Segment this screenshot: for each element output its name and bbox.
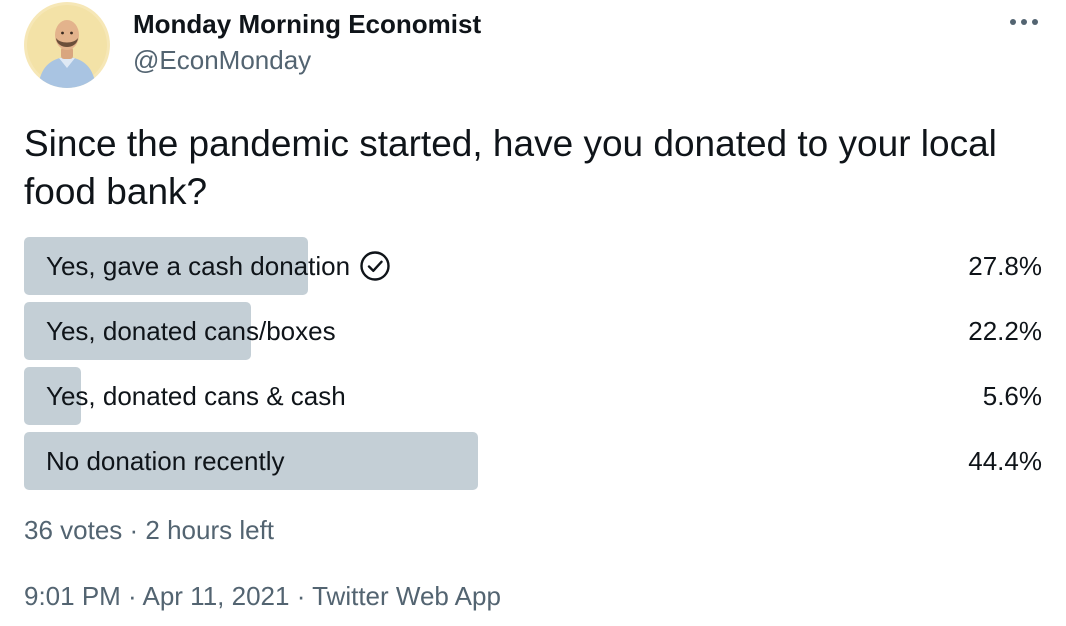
separator: · (289, 581, 313, 611)
poll-choice-label: Yes, donated cans & cash (46, 380, 346, 411)
poll-choice-label-wrap: Yes, gave a cash donation (46, 237, 391, 295)
poll: Yes, gave a cash donation 27.8% Yes, don… (24, 237, 1046, 497)
separator: · (120, 581, 143, 611)
tweet-time[interactable]: 9:01 PM (24, 581, 121, 611)
poll-choice[interactable]: Yes, donated cans & cash 5.6% (24, 367, 1046, 425)
poll-meta: 36 votes · 2 hours left (24, 514, 274, 546)
poll-choice-label: Yes, gave a cash donation (46, 250, 351, 281)
poll-choice-label: Yes, donated cans/boxes (46, 315, 336, 346)
tweet-source-link[interactable]: Twitter Web App (312, 581, 501, 611)
poll-choice[interactable]: No donation recently 44.4% (24, 432, 1046, 490)
checkmark-circle-icon (359, 250, 391, 282)
poll-choice-label-wrap: Yes, donated cans/boxes (46, 302, 336, 360)
tweet-text: Since the pandemic started, have you don… (24, 123, 997, 212)
person-avatar-icon (24, 2, 110, 88)
poll-choice-percent: 27.8% (968, 250, 1042, 281)
tweet-date[interactable]: Apr 11, 2021 (143, 581, 290, 611)
poll-choice[interactable]: Yes, donated cans/boxes 22.2% (24, 302, 1046, 360)
separator: · (122, 515, 146, 545)
poll-choice-label-wrap: Yes, donated cans & cash (46, 367, 346, 425)
poll-choice[interactable]: Yes, gave a cash donation 27.8% (24, 237, 1046, 295)
poll-choice-percent: 44.4% (968, 445, 1042, 476)
poll-time-left: 2 hours left (145, 515, 275, 545)
poll-choice-percent: 5.6% (982, 380, 1042, 411)
author-display-name[interactable]: Monday Morning Economist (133, 8, 481, 40)
tweet-footer: 9:01 PM · Apr 11, 2021 · Twitter Web App (24, 580, 501, 612)
poll-choice-label: No donation recently (46, 445, 285, 476)
more-options-button[interactable] (1002, 8, 1046, 36)
avatar[interactable] (24, 2, 110, 88)
poll-vote-count: 36 votes (24, 515, 123, 545)
poll-choice-label-wrap: No donation recently (46, 432, 284, 490)
poll-choice-percent: 22.2% (968, 315, 1042, 346)
author-handle[interactable]: @EconMonday (133, 44, 311, 76)
more-horizontal-icon (1010, 19, 1038, 25)
